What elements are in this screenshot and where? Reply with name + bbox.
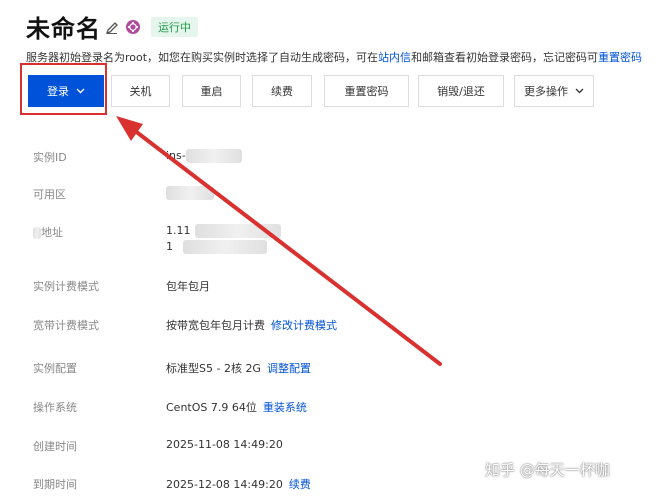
bandwidth-label: 宽带计费模式 [33,319,99,332]
reset-password-button[interactable]: 重置密码 [324,75,409,107]
reset-password-label: 重置密码 [344,85,389,98]
instance-id-label: 实例ID [33,151,67,164]
ip-label: 地址 [33,224,63,240]
login-highlight-box [20,63,107,115]
action-toolbar: 登录 关机 重启 续费 重置密码 销毁/退还 更多操作 [28,75,664,107]
renew-link[interactable]: 续费 [289,478,311,491]
watermark: 知乎 @每天一杯咖 [485,461,610,479]
restart-button[interactable]: 重启 [182,75,241,107]
instance-id-value: ins- [166,149,242,163]
chevron-down-icon [575,88,584,94]
redacted-blur [166,186,214,200]
redacted-blur [194,224,281,238]
restart-label: 重启 [200,85,223,98]
redacted-blur [183,240,267,254]
os-label: 操作系统 [33,401,77,414]
destroy-button[interactable]: 销毁/退还 [418,75,504,107]
notice-text-2: 和邮箱查看初始登录密码，忘记密码可 [411,51,599,64]
expires-label: 到期时间 [33,478,77,491]
region-flower-icon [126,20,140,34]
site-message-link[interactable]: 站内信 [378,51,411,64]
login-notice: 服务器初始登录名为root，如您在购买实例时选择了自动生成密码，可在站内信和邮箱… [26,49,642,65]
title-row: 未命名 运行中 [26,10,198,43]
zone-value [166,186,214,200]
shutdown-button[interactable]: 关机 [111,75,170,107]
os-value: CentOS 7.9 64位 重装系统 [166,401,307,414]
modify-billing-link[interactable]: 修改计费模式 [271,319,337,332]
more-actions-dropdown[interactable]: 更多操作 [514,75,594,107]
redacted-blur [33,227,41,239]
ip-value-2: 1 [166,240,267,254]
reinstall-link[interactable]: 重装系统 [263,401,307,414]
config-value: 标准型S5 - 2核 2G 调整配置 [166,362,311,375]
billing-value: 包年包月 [166,280,210,293]
page-title: 未命名 [26,14,101,43]
bandwidth-value: 按带宽包年包月计费 修改计费模式 [166,319,337,332]
adjust-config-link[interactable]: 调整配置 [267,362,311,375]
pencil-icon[interactable] [105,21,119,35]
created-value: 2025-11-08 14:49:20 [166,438,283,451]
reset-password-link[interactable]: 重置密码 [598,51,642,64]
renew-button[interactable]: 续费 [252,75,312,107]
destroy-label: 销毁/退还 [437,85,485,98]
ip-value-1: 1.11 [166,224,281,238]
redacted-blur [185,149,242,163]
billing-label: 实例计费模式 [33,280,99,293]
renew-label: 续费 [271,85,293,98]
status-badge: 运行中 [151,17,198,37]
expires-value: 2025-12-08 14:49:20 续费 [166,478,311,491]
created-label: 创建时间 [33,440,77,453]
more-actions-label: 更多操作 [524,85,568,98]
shutdown-label: 关机 [129,85,152,98]
zone-label: 可用区 [33,188,66,201]
config-label: 实例配置 [33,362,77,375]
